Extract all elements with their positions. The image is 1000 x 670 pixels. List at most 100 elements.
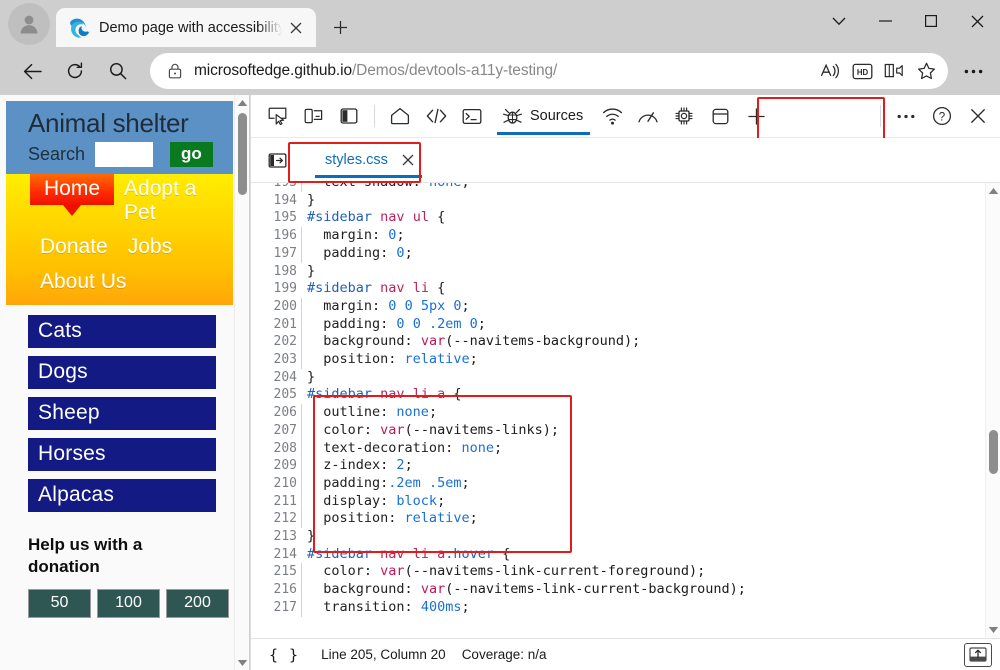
- search-button[interactable]: [100, 53, 136, 89]
- code-text[interactable]: #sidebar nav li a {: [307, 386, 746, 404]
- devtools-help-button[interactable]: ?: [927, 101, 957, 131]
- nav-item-donate[interactable]: Donate: [30, 232, 118, 263]
- inspect-element-button[interactable]: [262, 101, 292, 131]
- code-text[interactable]: text-decoration: none;: [307, 440, 746, 458]
- search-input[interactable]: [95, 141, 154, 167]
- code-text[interactable]: position: relative;: [307, 510, 746, 528]
- site-main-nav: Home Adopt a Pet Donate Jobs About Us: [6, 173, 233, 305]
- indent-guide: [297, 563, 307, 582]
- code-text[interactable]: color: var(--navitems-links);: [307, 422, 746, 440]
- code-line: 215 color: var(--navitems-link-current-f…: [251, 563, 746, 582]
- nav-item-home[interactable]: Home: [30, 173, 115, 205]
- code-text[interactable]: z-index: 2;: [307, 457, 746, 475]
- animal-link-horses[interactable]: Horses: [28, 437, 216, 471]
- code-text[interactable]: #sidebar nav ul {: [307, 209, 746, 227]
- line-number: 214: [273, 546, 297, 562]
- code-text[interactable]: margin: 0 0 5px 0;: [307, 298, 746, 316]
- page-scroll-down-icon[interactable]: [235, 655, 249, 670]
- code-scrollbar[interactable]: [985, 183, 1000, 638]
- pretty-print-button[interactable]: { }: [263, 646, 305, 664]
- console-tab-button[interactable]: [457, 101, 487, 131]
- code-text[interactable]: }: [307, 528, 746, 546]
- indent-guide: [297, 404, 307, 422]
- donate-amount-100[interactable]: 100: [97, 589, 160, 619]
- code-text[interactable]: background: var(--navitems-background);: [307, 333, 746, 351]
- animal-link-dogs[interactable]: Dogs: [28, 355, 216, 389]
- nav-item-adopt-a-pet[interactable]: Adopt a Pet: [114, 174, 233, 229]
- refresh-button[interactable]: [57, 53, 93, 89]
- code-text[interactable]: padding: 0;: [307, 245, 746, 263]
- tab-memory[interactable]: [669, 101, 699, 131]
- code-text[interactable]: transition: 400ms;: [307, 599, 746, 617]
- code-text[interactable]: }: [307, 369, 746, 387]
- search-go-button[interactable]: go: [170, 141, 213, 167]
- back-button[interactable]: [14, 53, 50, 89]
- url-text: microsoftedge.github.io/Demos/devtools-a…: [186, 62, 814, 80]
- toggle-sidebar-button[interactable]: [334, 101, 364, 131]
- elements-tab-button[interactable]: [421, 101, 451, 131]
- animal-category-list: Cats Dogs Sheep Horses Alpacas: [6, 314, 234, 512]
- nav-item-about-us[interactable]: About Us: [30, 267, 136, 298]
- devtools-main-toolbar: Sources ?: [251, 95, 1000, 141]
- code-text[interactable]: outline: none;: [307, 404, 746, 422]
- device-emulation-button[interactable]: [298, 101, 328, 131]
- tab-close-icon[interactable]: [284, 16, 308, 40]
- file-tab-close-icon[interactable]: [397, 149, 419, 171]
- tab-search-button[interactable]: [816, 0, 862, 42]
- hd-video-button[interactable]: HD: [846, 55, 878, 87]
- minimize-button[interactable]: [862, 0, 908, 42]
- immersive-reader-button[interactable]: [878, 55, 910, 87]
- code-text[interactable]: #sidebar nav li {: [307, 280, 746, 298]
- code-editor[interactable]: 193 text-shadow: none;194}195#sidebar na…: [251, 183, 1000, 638]
- nav-item-home-wrap: Home: [30, 173, 115, 216]
- donate-amount-50[interactable]: 50: [28, 589, 91, 619]
- code-scrollbar-thumb[interactable]: [989, 430, 998, 474]
- devtools-more-button[interactable]: [891, 101, 921, 131]
- page-scrollbar[interactable]: [234, 95, 249, 670]
- new-tab-button[interactable]: [324, 11, 356, 43]
- tab-sources[interactable]: Sources: [493, 97, 594, 135]
- nav-item-jobs[interactable]: Jobs: [118, 232, 182, 263]
- close-window-button[interactable]: [954, 0, 1000, 42]
- add-favorite-button[interactable]: [910, 55, 942, 87]
- code-scroll-up-icon[interactable]: [986, 183, 1000, 199]
- page-scroll-up-icon[interactable]: [235, 95, 249, 110]
- profile-avatar-button[interactable]: [8, 3, 50, 45]
- code-text[interactable]: padding: 0 0 .2em 0;: [307, 316, 746, 334]
- code-text[interactable]: margin: 0;: [307, 227, 746, 245]
- close-devtools-button[interactable]: [963, 101, 993, 131]
- page-content: Animal shelter Search go Home Adopt a Pe…: [0, 95, 234, 670]
- animal-link-cats[interactable]: Cats: [28, 314, 216, 348]
- code-text[interactable]: color: var(--navitems-link-current-foreg…: [307, 563, 746, 581]
- code-text[interactable]: background: var(--navitems-link-current-…: [307, 581, 746, 599]
- line-number: 213: [273, 529, 297, 545]
- code-scroll-down-icon[interactable]: [986, 622, 1000, 638]
- page-scrollbar-thumb[interactable]: [238, 113, 247, 195]
- code-line: 212 position: relative;: [251, 510, 746, 529]
- code-text[interactable]: display: block;: [307, 493, 746, 511]
- code-text[interactable]: }: [307, 263, 746, 281]
- tab-sources-label: Sources: [530, 108, 584, 124]
- url-path: /Demos/devtools-a11y-testing/: [351, 62, 558, 79]
- tab-network[interactable]: [597, 101, 627, 131]
- tab-application[interactable]: [705, 101, 735, 131]
- address-bar[interactable]: microsoftedge.github.io/Demos/devtools-a…: [150, 53, 948, 89]
- code-text[interactable]: }: [307, 192, 746, 210]
- code-text[interactable]: #sidebar nav li a:hover {: [307, 546, 746, 564]
- show-navigator-button[interactable]: [262, 145, 292, 175]
- code-text[interactable]: text-shadow: none;: [307, 183, 746, 192]
- browser-settings-and-more-button[interactable]: [956, 54, 990, 88]
- code-text[interactable]: position: relative;: [307, 351, 746, 369]
- read-aloud-button[interactable]: [814, 55, 846, 87]
- code-text[interactable]: padding:.2em .5em;: [307, 475, 746, 493]
- donate-amount-200[interactable]: 200: [166, 589, 229, 619]
- tab-performance[interactable]: [633, 101, 663, 131]
- maximize-button[interactable]: [908, 0, 954, 42]
- welcome-home-button[interactable]: [385, 101, 415, 131]
- file-tab-styles-css[interactable]: styles.css: [309, 143, 428, 178]
- more-tools-button[interactable]: [741, 101, 771, 131]
- browser-tab-active[interactable]: Demo page with accessibility issu: [56, 8, 316, 47]
- dock-to-bottom-button[interactable]: [964, 642, 992, 667]
- animal-link-sheep[interactable]: Sheep: [28, 396, 216, 430]
- animal-link-alpacas[interactable]: Alpacas: [28, 478, 216, 512]
